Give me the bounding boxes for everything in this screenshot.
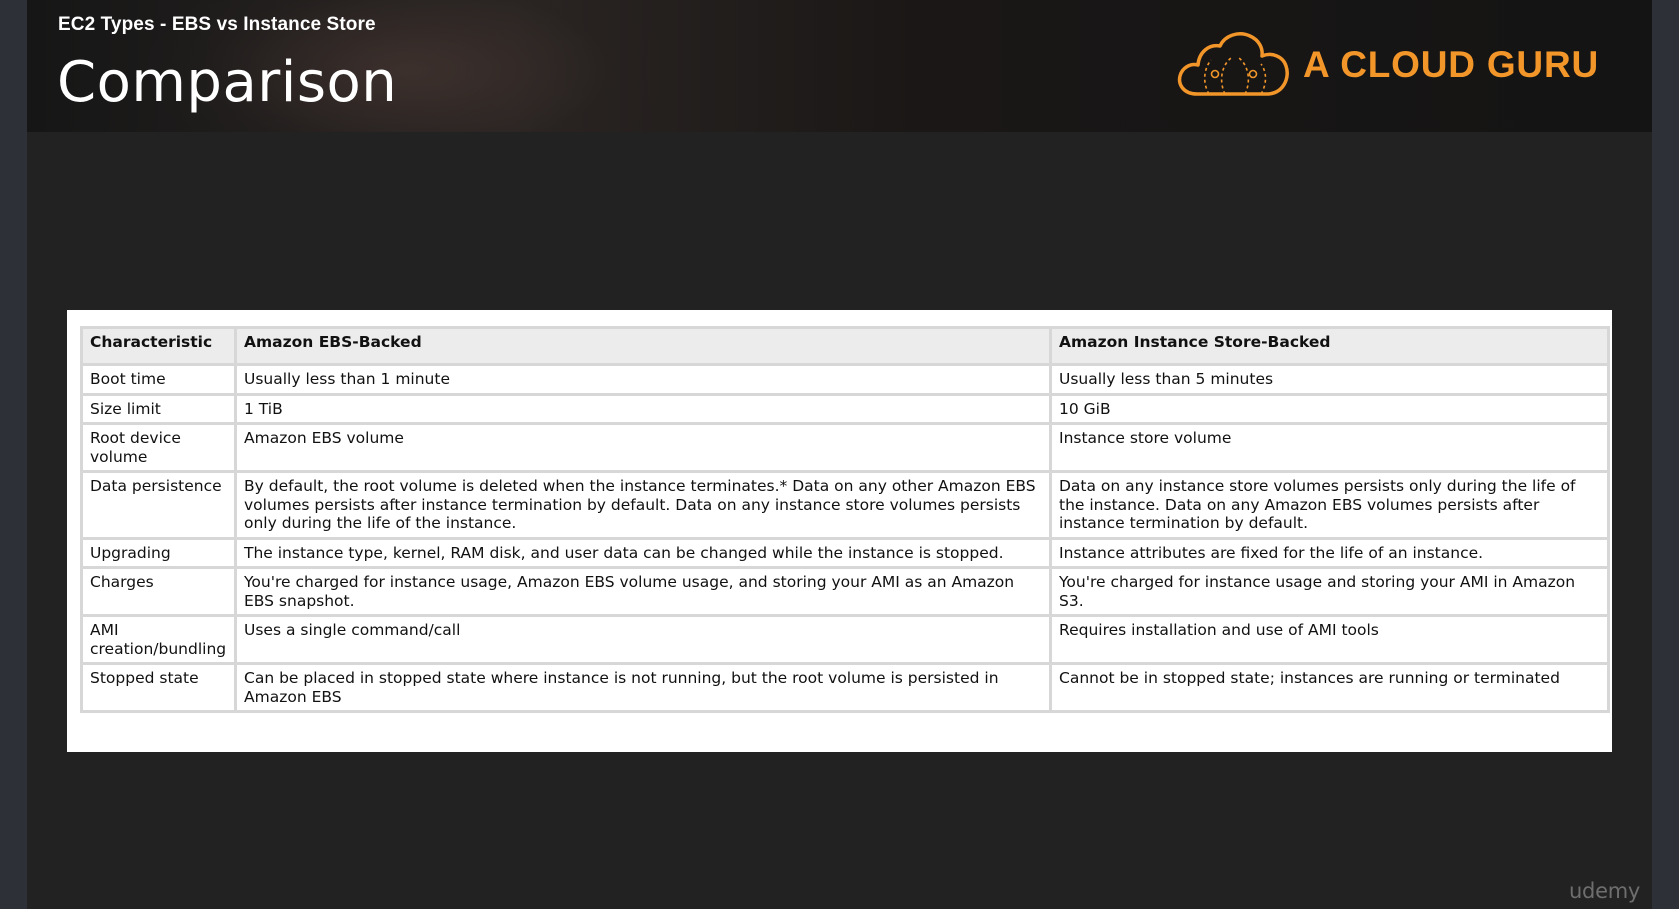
table-cell: Root device volume — [80, 422, 237, 473]
table-cell: Instance store volume — [1049, 422, 1610, 473]
table-row: AMI creation/bundling Uses a single comm… — [80, 614, 1610, 665]
table-cell: AMI creation/bundling — [80, 614, 237, 665]
table-row: Boot time Usually less than 1 minute Usu… — [80, 363, 1610, 396]
table-cell: Usually less than 1 minute — [234, 363, 1052, 396]
column-header: Amazon EBS-Backed — [234, 326, 1052, 366]
table-cell: Amazon EBS volume — [234, 422, 1052, 473]
table-cell: You're charged for instance usage and st… — [1049, 566, 1610, 617]
table-row: Stopped state Can be placed in stopped s… — [80, 662, 1610, 713]
logo-wordmark: A CLOUD GURU — [1303, 44, 1599, 85]
slide: EC2 Types - EBS vs Instance Store Compar… — [27, 0, 1652, 909]
table-cell: Instance attributes are fixed for the li… — [1049, 536, 1610, 569]
table-cell: Stopped state — [80, 662, 237, 713]
table-cell: Usually less than 5 minutes — [1049, 363, 1610, 396]
table-row: Root device volume Amazon EBS volume Ins… — [80, 422, 1610, 473]
table-cell: Requires installation and use of AMI too… — [1049, 614, 1610, 665]
table-cell: By default, the root volume is deleted w… — [234, 470, 1052, 540]
table-cell: Data on any instance store volumes persi… — [1049, 470, 1610, 540]
table-cell: Boot time — [80, 363, 237, 396]
table-row: Size limit 1 TiB 10 GiB — [80, 392, 1610, 425]
table-row: Upgrading The instance type, kernel, RAM… — [80, 536, 1610, 569]
table-cell: Charges — [80, 566, 237, 617]
table-cell: 1 TiB — [234, 392, 1052, 425]
left-letterbox — [0, 0, 27, 909]
udemy-watermark: udemy — [1569, 879, 1640, 903]
table-cell: Can be placed in stopped state where ins… — [234, 662, 1052, 713]
slide-subtitle: EC2 Types - EBS vs Instance Store — [58, 14, 376, 35]
table-cell: Size limit — [80, 392, 237, 425]
table-cell: 10 GiB — [1049, 392, 1610, 425]
video-frame: EC2 Types - EBS vs Instance Store Compar… — [0, 0, 1679, 909]
slide-title: Comparison — [57, 50, 398, 115]
table-cell: Data persistence — [80, 470, 237, 540]
cloud-logo-icon — [1177, 32, 1289, 96]
column-header: Characteristic — [80, 326, 237, 366]
table-cell: You're charged for instance usage, Amazo… — [234, 566, 1052, 617]
table-cell: Cannot be in stopped state; instances ar… — [1049, 662, 1610, 713]
comparison-table: Characteristic Amazon EBS-Backed Amazon … — [80, 326, 1610, 713]
slide-header: EC2 Types - EBS vs Instance Store Compar… — [27, 0, 1652, 132]
table-header-row: Characteristic Amazon EBS-Backed Amazon … — [80, 326, 1610, 366]
a-cloud-guru-logo: A CLOUD GURU — [1175, 30, 1615, 100]
table-row: Data persistence By default, the root vo… — [80, 470, 1610, 540]
table-cell: Uses a single command/call — [234, 614, 1052, 665]
table-cell: Upgrading — [80, 536, 237, 569]
table-cell: The instance type, kernel, RAM disk, and… — [234, 536, 1052, 569]
column-header: Amazon Instance Store-Backed — [1049, 326, 1610, 366]
right-letterbox — [1652, 0, 1679, 909]
table-row: Charges You're charged for instance usag… — [80, 566, 1610, 617]
comparison-table-card: Characteristic Amazon EBS-Backed Amazon … — [67, 310, 1612, 752]
